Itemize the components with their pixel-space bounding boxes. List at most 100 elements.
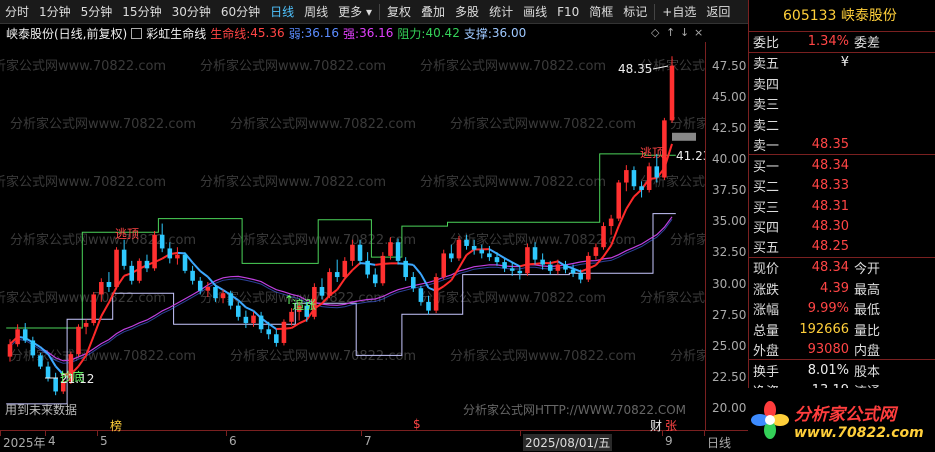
candle-body <box>91 294 96 324</box>
candle-body <box>411 277 416 289</box>
rainbow-line-segment <box>412 264 422 275</box>
watermark-text: 分析家公式网www.70822.com <box>230 348 416 364</box>
settings-icon[interactable] <box>131 27 143 39</box>
diamond-icon[interactable]: ◇ <box>651 26 659 39</box>
candle-body <box>547 264 553 271</box>
x-tick-label: 5 <box>100 434 108 448</box>
candle-body <box>350 244 355 261</box>
bid-row[interactable]: 买四 48.30 <box>749 217 935 238</box>
stat-row[interactable]: 涨跌 4.39 最高 <box>749 278 935 299</box>
candle-body <box>464 239 469 246</box>
event-marker[interactable]: 榜 <box>110 417 122 434</box>
rainbow-line-segment <box>511 261 521 268</box>
x-tick-label: 2025年 <box>3 436 46 450</box>
toolbar-item-6[interactable]: 日线 <box>265 0 299 24</box>
toolbar-item-17[interactable]: +自选 <box>657 0 701 24</box>
candle-body <box>578 273 583 280</box>
candlestick-chart[interactable]: 分析家公式网www.70822.com 分析家公式网www.70822.com 分析… <box>0 42 705 430</box>
candle-body <box>182 254 188 271</box>
candle-body <box>601 226 606 248</box>
toolbar-item-2[interactable]: 5分钟 <box>76 0 118 24</box>
toolbar-item-18[interactable]: 返回 <box>701 0 735 24</box>
ask-row[interactable]: 卖四 <box>749 73 935 94</box>
stat-row[interactable]: 外盘 93080 内盘 <box>749 340 935 360</box>
indicator-name[interactable]: 彩虹生命线 <box>146 25 206 42</box>
toolbar-item-0[interactable]: 分时 <box>0 0 34 24</box>
row-value: 8.01% <box>807 362 849 378</box>
down-arrow-icon[interactable]: ↓ <box>680 26 689 39</box>
bid-row[interactable]: 买三 48.31 <box>749 196 935 217</box>
candle-body <box>213 286 218 299</box>
watermark-text: 分析家公式网www.70822.com <box>420 290 606 306</box>
rainbow-line-segment <box>336 277 346 291</box>
toolbar-item-7[interactable]: 周线 <box>299 0 333 24</box>
logo-site: www.70822.com <box>794 424 924 441</box>
y-tick-label: 35.00 <box>712 214 747 229</box>
ask-row[interactable]: 卖二 <box>749 114 935 135</box>
stat-row[interactable]: 总量 192666 量比 <box>749 319 935 340</box>
toolbar-item-13[interactable]: 画线 <box>518 0 552 24</box>
toolbar-item-15[interactable]: 简框 <box>584 0 618 24</box>
candle-body <box>654 166 660 178</box>
watermark-text: 分析家公式网www.70822.com <box>230 116 416 132</box>
candle-body <box>129 265 135 281</box>
toolbar-separator <box>379 3 381 20</box>
row-label: 现价 <box>753 262 780 278</box>
row-label: 买二 <box>753 180 780 196</box>
bid-row[interactable]: 买一 48.34 <box>749 155 935 176</box>
event-marker[interactable]: $ <box>413 417 421 431</box>
toolbar-item-10[interactable]: 叠加 <box>416 0 450 24</box>
row-label-2: 最高 <box>854 282 881 298</box>
chase-arrow-icon: ↑ <box>284 293 294 307</box>
candle-body <box>167 248 173 259</box>
stats-list: 现价 48.34 今开 涨跌 4.39 最高 涨幅 9.99% 最低 总量 192666 量比 外盘 93… <box>749 258 935 360</box>
stat-row[interactable]: 现价 48.34 今开 <box>749 258 935 279</box>
weicha-label: 委差 <box>854 36 881 52</box>
bid-row[interactable]: 买二 48.33 <box>749 176 935 197</box>
toolbar-item-8[interactable]: 更多 ▾ <box>333 0 377 24</box>
ask-row[interactable]: 卖一 48.35 <box>749 135 935 155</box>
watermark-text: 分析家公式网www.70822.com <box>670 116 705 132</box>
ask-row[interactable]: 卖三 <box>749 94 935 115</box>
x-tick-label: 6 <box>229 434 237 448</box>
y-tick-label: 22.50 <box>712 369 747 384</box>
row-label-2: 量比 <box>854 323 881 339</box>
candle-body <box>205 286 211 291</box>
event-marker[interactable]: 财 <box>650 417 662 434</box>
event-marker[interactable]: 张 <box>665 417 677 434</box>
toolbar-item-16[interactable]: 标记 <box>618 0 652 24</box>
watermark-text: 分析家公式网www.70822.com <box>450 232 636 248</box>
candle-body <box>426 301 431 311</box>
bid-row[interactable]: 买五 48.25 <box>749 237 935 258</box>
signal-escape-top: 逃顶 <box>115 227 139 241</box>
candle-body <box>639 186 644 190</box>
stat-row[interactable]: 涨幅 9.99% 最低 <box>749 299 935 320</box>
x-tick-mark <box>97 431 98 436</box>
toolbar-item-12[interactable]: 统计 <box>484 0 518 24</box>
candle-body <box>456 239 462 259</box>
rainbow-line-segment <box>199 270 209 278</box>
toolbar-item-1[interactable]: 1分钟 <box>34 0 76 24</box>
candle-body <box>365 260 370 275</box>
support-label: 支撑: <box>463 26 492 41</box>
toolbar-item-11[interactable]: 多股 <box>450 0 484 24</box>
toolbar-item-4[interactable]: 30分钟 <box>167 0 216 24</box>
brand-logo: 分析家公式网 www.70822.com <box>748 388 935 452</box>
x-tick-label: 7 <box>364 434 372 448</box>
toolbar-item-5[interactable]: 60分钟 <box>216 0 265 24</box>
up-arrow-icon[interactable]: ↑ <box>666 26 675 39</box>
stat2-row[interactable]: 换手 8.01% 股本 <box>749 360 935 381</box>
signal-escape-top-2: 逃顶 <box>640 146 664 160</box>
candle-body <box>540 259 545 265</box>
candle-body <box>258 315 264 330</box>
row-value: 48.25 <box>811 239 849 255</box>
toolbar-item-3[interactable]: 15分钟 <box>117 0 166 24</box>
toolbar-item-14[interactable]: F10 <box>552 0 584 24</box>
candle-body <box>266 329 271 335</box>
candle-body <box>563 264 568 270</box>
close-icon[interactable]: × <box>694 26 703 39</box>
high-price-label: 48.35 <box>618 62 652 76</box>
toolbar-item-9[interactable]: 复权 <box>382 0 416 24</box>
ask-row[interactable]: 卖五 ¥ <box>749 53 935 74</box>
candle-body <box>616 182 622 219</box>
